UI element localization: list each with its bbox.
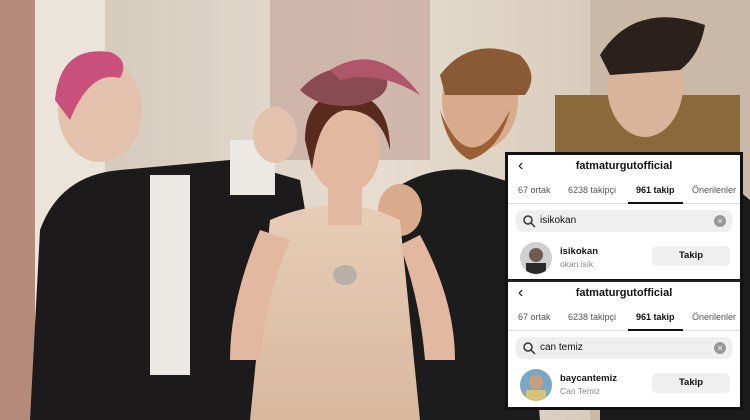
account-handle: isikokan bbox=[560, 246, 599, 257]
search-icon bbox=[523, 215, 536, 228]
search-input[interactable]: can temiz × bbox=[516, 337, 732, 359]
clear-icon[interactable]: × bbox=[714, 342, 726, 354]
avatar bbox=[520, 369, 552, 401]
tab-bar: 67 ortak 6238 takipçi 961 takip Önerilen… bbox=[508, 177, 740, 204]
instagram-following-panel-bottom: ‹ fatmaturgutofficial 67 ortak 6238 taki… bbox=[505, 280, 743, 410]
clear-icon[interactable]: × bbox=[714, 215, 726, 227]
tab-suggested[interactable]: Önerilenler bbox=[692, 185, 736, 195]
tab-mutual[interactable]: 67 ortak bbox=[518, 312, 551, 322]
profile-username: fatmaturgutofficial bbox=[575, 160, 673, 172]
curtain-left bbox=[0, 0, 35, 420]
account-handle: baycantemiz bbox=[560, 373, 618, 384]
search-input[interactable]: isikokan × bbox=[516, 210, 732, 232]
avatar bbox=[520, 242, 552, 274]
search-query: isikokan bbox=[540, 215, 577, 226]
profile-header: ‹ fatmaturgutofficial bbox=[508, 282, 740, 304]
search-icon bbox=[523, 342, 536, 355]
tab-bar: 67 ortak 6238 takipçi 961 takip Önerilen… bbox=[508, 304, 740, 331]
tab-suggested[interactable]: Önerilenler bbox=[692, 312, 736, 322]
account-name: okan isik bbox=[560, 259, 594, 269]
account-name: Can Temiz bbox=[560, 386, 600, 396]
search-query: can temiz bbox=[540, 342, 583, 353]
list-item[interactable]: baycantemiz Can Temiz Takip bbox=[516, 365, 732, 405]
tab-following[interactable]: 961 takip bbox=[636, 312, 675, 322]
instagram-following-panel-top: ‹ fatmaturgutofficial 67 ortak 6238 taki… bbox=[505, 152, 743, 282]
tab-followers[interactable]: 6238 takipçi bbox=[568, 185, 616, 195]
tab-following[interactable]: 961 takip bbox=[636, 185, 675, 195]
list-item[interactable]: isikokan okan isik Takip bbox=[516, 238, 732, 278]
tab-active-indicator bbox=[628, 329, 683, 331]
tab-active-indicator bbox=[628, 202, 683, 204]
tab-mutual[interactable]: 67 ortak bbox=[518, 185, 551, 195]
follow-button[interactable]: Takip bbox=[652, 373, 730, 393]
profile-header: ‹ fatmaturgutofficial bbox=[508, 155, 740, 177]
follow-button[interactable]: Takip bbox=[652, 246, 730, 266]
necklace bbox=[333, 265, 357, 285]
tab-followers[interactable]: 6238 takipçi bbox=[568, 312, 616, 322]
profile-username: fatmaturgutofficial bbox=[575, 287, 673, 299]
